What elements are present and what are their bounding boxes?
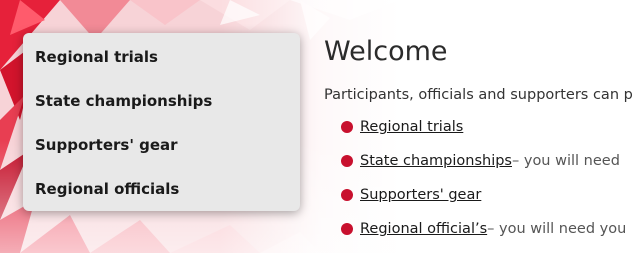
dropdown-menu: Regional trials State championships Supp… [23,33,300,211]
page: Regional trials State championships Supp… [0,0,636,253]
list-item: State championships – you will need [341,150,636,184]
link-state-championships[interactable]: State championships [360,150,512,172]
link-regional-trials[interactable]: Regional trials [360,116,463,138]
menu-item-regional-officials[interactable]: Regional officials [23,175,300,219]
link-supporters-gear[interactable]: Supporters' gear [360,184,481,206]
link-regional-officials[interactable]: Regional official’s [360,218,487,240]
menu-item-regional-trials[interactable]: Regional trials [23,43,300,87]
bullet-icon [341,189,353,201]
list-item: Regional official’s – you will need you [341,218,636,252]
link-suffix: – you will need [512,153,620,169]
list-item: Supporters' gear [341,184,636,218]
intro-text: Participants, officials and supporters c… [324,87,633,103]
bullet-icon [341,223,353,235]
bullet-icon [341,121,353,133]
link-list: Regional trials State championships – yo… [324,116,636,252]
list-item: Regional trials [341,116,636,150]
menu-item-state-championships[interactable]: State championships [23,87,300,131]
page-title: Welcome [324,36,448,67]
main-content: Welcome Participants, officials and supp… [324,34,636,253]
link-suffix: – you will need you [487,221,627,237]
menu-item-supporters-gear[interactable]: Supporters' gear [23,131,300,175]
bullet-icon [341,155,353,167]
